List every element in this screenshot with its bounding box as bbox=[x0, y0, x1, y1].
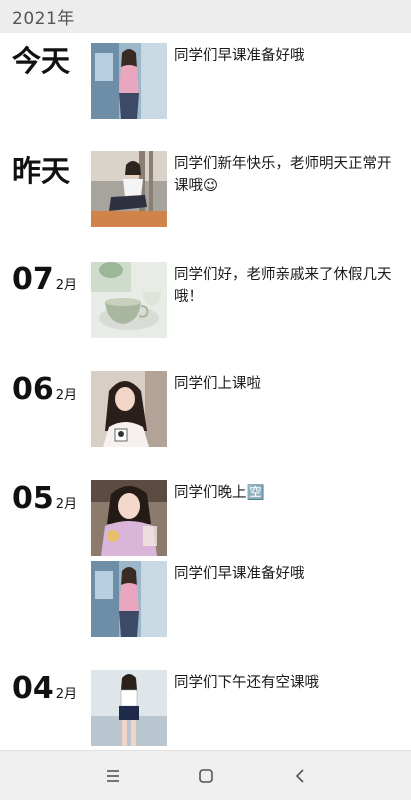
date-label: 05 2月 bbox=[12, 484, 77, 514]
post-item[interactable]: 同学们晚上🈳 bbox=[91, 480, 401, 556]
date-day: 07 bbox=[12, 262, 54, 297]
post-thumbnail[interactable] bbox=[91, 670, 167, 746]
system-nav-bar bbox=[0, 750, 411, 800]
date-month: 2月 bbox=[55, 278, 78, 293]
date-label: 今天 bbox=[12, 44, 71, 78]
back-icon[interactable] bbox=[290, 766, 310, 786]
post-item[interactable]: 同学们好，老师亲戚来了休假几天哦！ bbox=[91, 262, 401, 338]
post-text: 同学们下午还有空课哦 bbox=[174, 675, 319, 691]
date-month: 2月 bbox=[55, 687, 78, 702]
post-item[interactable]: 同学们下午还有空课哦 bbox=[91, 670, 401, 746]
home-icon[interactable] bbox=[196, 766, 216, 786]
post-item[interactable]: 同学们新年快乐，老师明天正常开课哦😉 bbox=[91, 151, 401, 227]
post-text: 同学们上课啦 bbox=[174, 376, 261, 392]
post-thumbnail[interactable] bbox=[91, 371, 167, 447]
date-day: 05 bbox=[12, 481, 54, 516]
post-text: 同学们好，老师亲戚来了休假几天哦！ bbox=[174, 267, 392, 305]
date-month: 2月 bbox=[55, 388, 78, 403]
year-label: 2021年 bbox=[12, 9, 75, 29]
date-label: 04 2月 bbox=[12, 674, 77, 704]
date-day: 04 bbox=[12, 671, 54, 706]
post-item[interactable]: 同学们早课准备好哦 bbox=[91, 43, 401, 119]
date-label: 06 2月 bbox=[12, 375, 77, 405]
post-text: 同学们新年快乐，老师明天正常开课哦😉 bbox=[174, 156, 392, 194]
post-text: 同学们早课准备好哦 bbox=[174, 566, 305, 582]
post-thumbnail[interactable] bbox=[91, 151, 167, 227]
date-day: 06 bbox=[12, 372, 54, 407]
date-label: 昨天 bbox=[12, 154, 71, 188]
post-thumbnail[interactable] bbox=[91, 480, 167, 556]
date-label: 07 2月 bbox=[12, 265, 77, 295]
post-thumbnail[interactable] bbox=[91, 561, 167, 637]
post-item[interactable]: 同学们早课准备好哦 bbox=[91, 561, 401, 637]
post-thumbnail[interactable] bbox=[91, 262, 167, 338]
year-header: 2021年 bbox=[0, 0, 411, 33]
post-text: 同学们晚上🈳 bbox=[174, 485, 265, 501]
post-item[interactable]: 同学们上课啦 bbox=[91, 371, 401, 447]
date-month: 2月 bbox=[55, 497, 78, 512]
post-text: 同学们早课准备好哦 bbox=[174, 48, 305, 64]
menu-icon[interactable] bbox=[103, 766, 123, 786]
post-thumbnail[interactable] bbox=[91, 43, 167, 119]
